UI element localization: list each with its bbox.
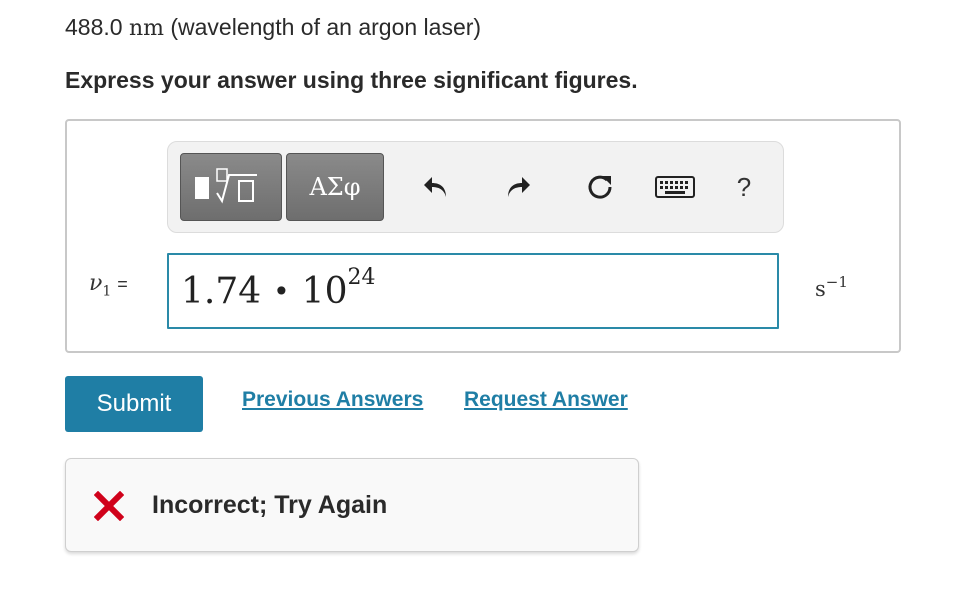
templates-icon xyxy=(195,168,257,204)
answer-panel: ΑΣφ ? ν1 = 1.74 • 10 24 s−1 xyxy=(65,119,901,353)
greek-symbols-button[interactable]: ΑΣφ xyxy=(286,153,384,221)
incorrect-x-icon xyxy=(94,491,124,521)
submit-button[interactable]: Submit xyxy=(65,376,203,432)
variable-label: ν1 = xyxy=(89,271,128,299)
feedback-box: Incorrect; Try Again xyxy=(65,458,639,552)
feedback-message: Incorrect; Try Again xyxy=(152,491,388,519)
math-toolbar: ΑΣφ ? xyxy=(167,141,784,233)
instruction-text: Express your answer using three signific… xyxy=(65,67,638,93)
undo-icon[interactable] xyxy=(416,164,456,210)
unit-label: s−1 xyxy=(815,273,848,301)
previous-answers-link[interactable]: Previous Answers xyxy=(242,388,423,412)
answer-input[interactable]: 1.74 • 10 24 xyxy=(167,253,779,329)
answer-operator: • xyxy=(273,274,290,308)
answer-mantissa: 1.74 xyxy=(181,270,262,312)
reset-icon[interactable] xyxy=(580,164,620,210)
help-button[interactable]: ? xyxy=(728,164,760,210)
unit-exponent: −1 xyxy=(825,273,848,291)
answer-base: 10 xyxy=(301,270,348,312)
unit-base: s xyxy=(815,277,826,301)
equals-sign: = xyxy=(117,274,128,294)
question-description: (wavelength of an argon laser) xyxy=(170,14,482,40)
redo-icon[interactable] xyxy=(498,164,538,210)
question-unit: nm xyxy=(128,16,164,41)
variable-subscript: 1 xyxy=(102,283,112,300)
keyboard-icon[interactable] xyxy=(650,164,700,210)
question-value: 488.0 xyxy=(65,14,123,40)
templates-button[interactable] xyxy=(180,153,282,221)
question-line: 488.0 nm (wavelength of an argon laser) xyxy=(65,14,481,41)
answer-exponent: 24 xyxy=(347,264,376,290)
problem-page: 488.0 nm (wavelength of an argon laser) … xyxy=(0,0,958,600)
variable-symbol: ν xyxy=(89,271,103,296)
request-answer-link[interactable]: Request Answer xyxy=(464,388,628,412)
